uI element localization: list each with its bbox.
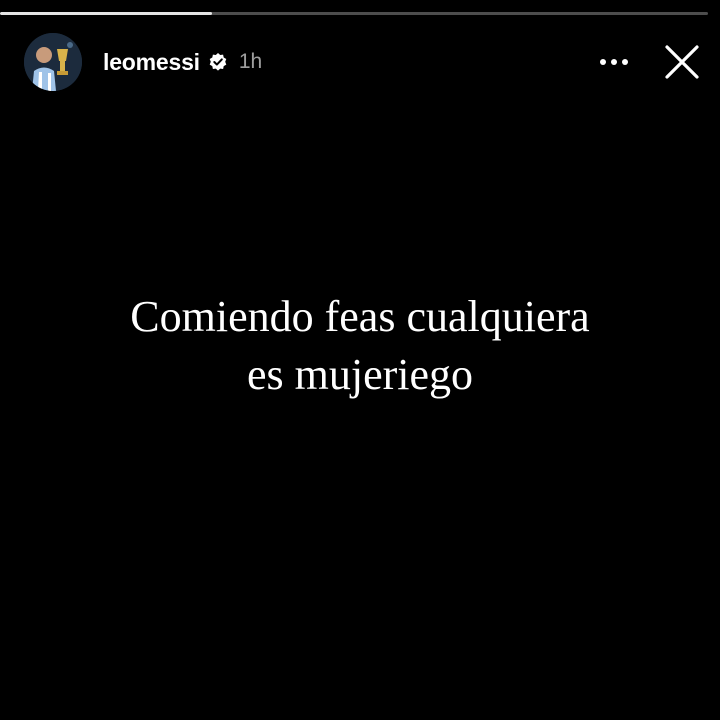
close-icon[interactable] [660, 40, 704, 84]
verified-badge-icon [208, 52, 228, 72]
story-header: leomessi 1h [24, 32, 704, 92]
story-caption: Comiendo feas cualquiera es mujeriego [0, 288, 720, 404]
avatar[interactable] [24, 33, 82, 91]
story-text-line-1: Comiendo feas cualquiera [130, 292, 590, 341]
progress-track [0, 12, 708, 15]
story-text-line-2: es mujeriego [246, 350, 474, 399]
more-horizontal-icon[interactable] [596, 44, 632, 80]
story-timestamp: 1h [238, 50, 263, 73]
username[interactable]: leomessi [103, 49, 200, 76]
progress-fill [0, 12, 213, 15]
story-viewer: leomessi 1h Comiendo feas cualquiera es … [0, 0, 720, 720]
story-progress-bar [0, 12, 708, 16]
